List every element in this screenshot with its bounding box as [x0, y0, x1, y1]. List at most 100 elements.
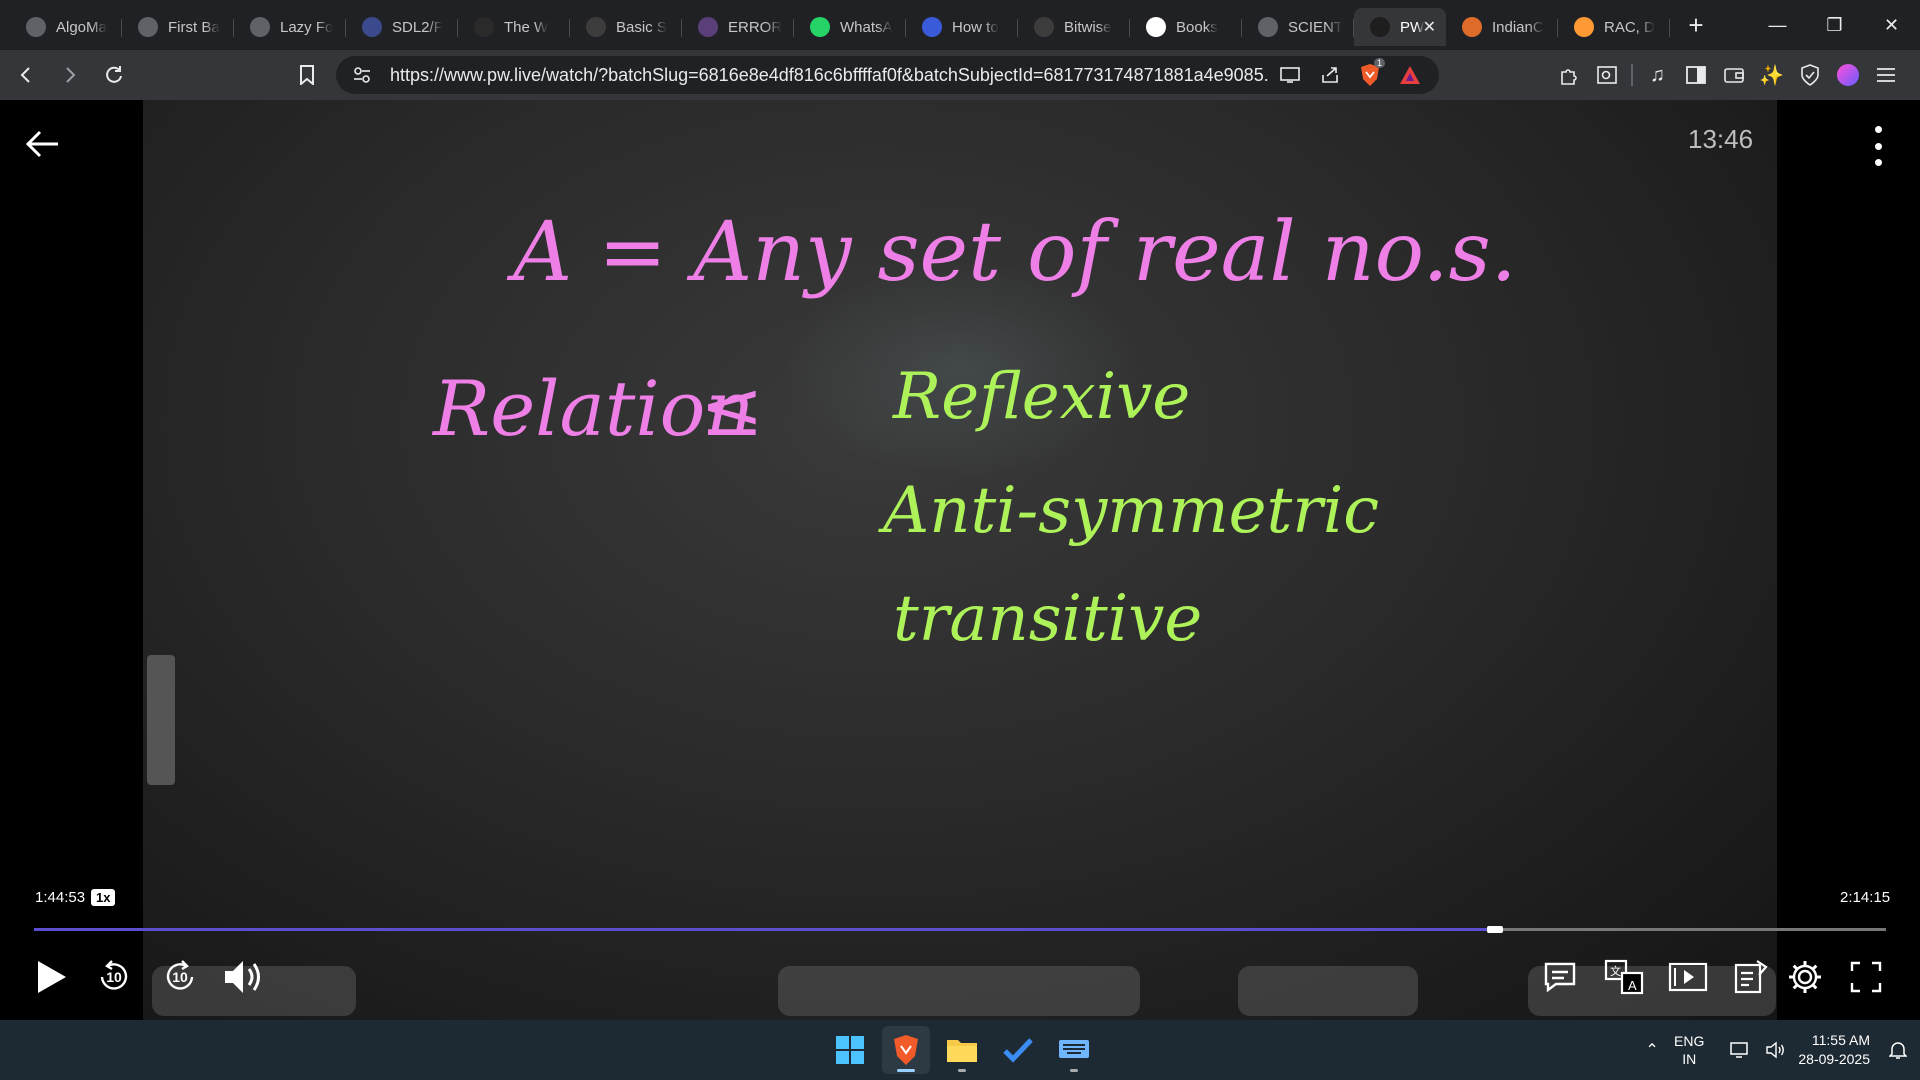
tab-5[interactable]: The W: [458, 8, 570, 46]
toolbar-right-actions: ♫ ✨: [1555, 58, 1899, 92]
settings-button[interactable]: [1786, 952, 1824, 1002]
globe-icon: [1258, 17, 1278, 37]
restore-button[interactable]: ❐: [1806, 0, 1863, 50]
rewind-10-button[interactable]: 10: [94, 952, 134, 1002]
tab-label: First Ba: [168, 18, 220, 36]
cast-icon[interactable]: [1277, 62, 1303, 88]
sdl-icon: [362, 17, 382, 37]
taskbar-brave[interactable]: [882, 1026, 930, 1074]
board-property-transitive: transitive: [893, 582, 1202, 656]
google-icon: [1146, 17, 1166, 37]
tab-2[interactable]: First Ba: [122, 8, 234, 46]
chevron-up-icon[interactable]: ⌃: [1638, 1040, 1666, 1060]
wordpress-icon: [474, 17, 494, 37]
video-player[interactable]: A = Any set of real no.s. Relation ≤ Ref…: [0, 100, 1920, 1020]
tab-13[interactable]: PW ✕: [1354, 8, 1446, 46]
menu-icon[interactable]: [1872, 58, 1899, 92]
sidebar-toggle-icon[interactable]: [1682, 58, 1709, 92]
tab-label: The W: [504, 18, 549, 36]
volume-button[interactable]: [220, 952, 266, 1002]
play-button[interactable]: [32, 952, 72, 1002]
taskbar-file-explorer[interactable]: [938, 1026, 986, 1074]
reload-button[interactable]: [96, 57, 132, 93]
reader-mode-icon[interactable]: [1593, 58, 1620, 92]
tab-8[interactable]: WhatsA: [794, 8, 906, 46]
site-settings-icon[interactable]: [352, 65, 372, 85]
volume-tray-icon[interactable]: [1762, 1041, 1790, 1059]
board-property-reflexive: Reflexive: [892, 360, 1190, 434]
tab-3[interactable]: Lazy Fo: [234, 8, 346, 46]
taskbar-touch-keyboard[interactable]: [1050, 1026, 1098, 1074]
more-options-icon[interactable]: [1866, 126, 1890, 166]
leo-ai-icon[interactable]: ✨: [1758, 58, 1785, 92]
system-tray: ⌃ ENG IN 11:55 AM 28-09-2025: [1638, 1020, 1920, 1080]
forward-10-button[interactable]: 10: [160, 952, 200, 1002]
tab-list: AlgoMa First Ba Lazy Fo SDL2/F The W Basic S E…: [0, 0, 1670, 50]
video-ghost-toolbar-right: [1238, 966, 1418, 1016]
running-indicator: [958, 1069, 966, 1072]
clock-date: 28-09-2025: [1798, 1051, 1870, 1067]
india-flag-icon: [1574, 17, 1594, 37]
wallet-icon[interactable]: [1720, 58, 1747, 92]
doubts-button[interactable]: [1541, 952, 1579, 1002]
tab-6[interactable]: Basic S: [570, 8, 682, 46]
side-panel-handle[interactable]: [147, 655, 175, 785]
input-language[interactable]: ENG IN: [1674, 1032, 1704, 1068]
tab-11[interactable]: Books: [1130, 8, 1242, 46]
tab-4[interactable]: SDL2/F: [346, 8, 458, 46]
svg-text:文: 文: [1610, 964, 1621, 978]
vpn-shield-icon[interactable]: [1796, 58, 1823, 92]
address-bar[interactable]: https://www.pw.live/watch/?batchSlug=681…: [336, 56, 1439, 94]
translate-button[interactable]: A文: [1604, 952, 1644, 1002]
chevron-left-icon: [20, 67, 30, 83]
tab-15[interactable]: RAC, D: [1558, 8, 1670, 46]
new-tab-button[interactable]: +: [1676, 5, 1716, 45]
video-frame[interactable]: A = Any set of real no.s. Relation ≤ Ref…: [143, 100, 1777, 1020]
fullscreen-icon: [1850, 961, 1882, 993]
playback-speed-badge[interactable]: 1x: [91, 889, 116, 906]
tab-label: Bitwise: [1064, 18, 1112, 36]
network-icon[interactable]: [1726, 1041, 1754, 1059]
back-arrow-icon[interactable]: [22, 124, 62, 164]
board-line-set-definition: A = Any set of real no.s.: [506, 205, 1517, 300]
mini-player-button[interactable]: [1668, 952, 1708, 1002]
fullscreen-button[interactable]: [1848, 952, 1884, 1002]
tab-label: IndianC: [1492, 18, 1544, 36]
minimize-button[interactable]: —: [1749, 0, 1806, 50]
extensions-icon[interactable]: [1555, 58, 1582, 92]
tab-1[interactable]: AlgoMa: [10, 8, 122, 46]
browser-tab-strip: AlgoMa First Ba Lazy Fo SDL2/F The W Basic S E…: [0, 0, 1920, 50]
forward-button[interactable]: [52, 57, 88, 93]
taskbar-todo[interactable]: [994, 1026, 1042, 1074]
clock-time: 11:55 AM: [1811, 1032, 1870, 1048]
current-time: 1:44:53: [35, 889, 86, 906]
tab-label: Books: [1176, 18, 1218, 36]
notification-bell-icon[interactable]: [1884, 1040, 1912, 1060]
back-button[interactable]: [8, 57, 44, 93]
tab-14[interactable]: IndianC: [1446, 8, 1558, 46]
brave-rewards-icon[interactable]: [1397, 62, 1423, 88]
share-icon[interactable]: [1317, 62, 1343, 88]
notes-button[interactable]: [1732, 952, 1770, 1002]
tab-10[interactable]: Bitwise: [1018, 8, 1130, 46]
seek-bar[interactable]: [34, 926, 1886, 933]
board-property-antisymmetric: Anti-symmetric: [878, 474, 1379, 548]
close-window-button[interactable]: ✕: [1863, 0, 1920, 50]
spiral-logo-icon: [138, 17, 158, 37]
tab-label: Basic S: [616, 18, 667, 36]
active-indicator: [897, 1069, 915, 1072]
profile-avatar-icon[interactable]: [1834, 58, 1861, 92]
orfg-site-icon: [1034, 17, 1054, 37]
seek-bar-handle[interactable]: [1487, 926, 1504, 933]
bookmark-button[interactable]: [290, 58, 324, 92]
tab-12[interactable]: SCIENT: [1242, 8, 1354, 46]
window-controls: — ❐ ✕: [1749, 0, 1920, 50]
clock[interactable]: 11:55 AM 28-09-2025: [1798, 1031, 1870, 1069]
url-text[interactable]: https://www.pw.live/watch/?batchSlug=681…: [390, 65, 1270, 86]
tab-9[interactable]: How to: [906, 8, 1018, 46]
brave-shields-icon[interactable]: 1: [1357, 58, 1385, 88]
tab-7[interactable]: ERROR: [682, 8, 794, 46]
start-button[interactable]: [826, 1026, 874, 1074]
media-control-icon[interactable]: ♫: [1644, 58, 1671, 92]
close-tab-icon[interactable]: ✕: [1423, 17, 1436, 37]
